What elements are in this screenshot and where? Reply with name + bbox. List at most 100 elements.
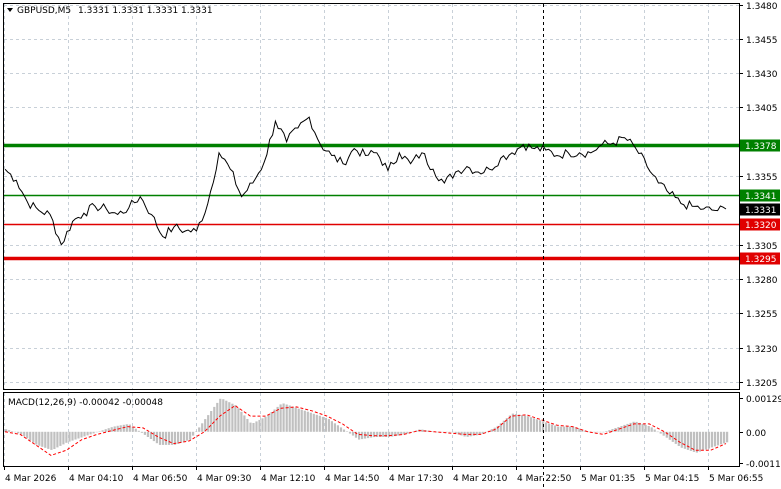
macd-histogram-bar (38, 431, 41, 446)
macd-histogram-bar (186, 431, 189, 441)
chart-canvas: 1.3480 1.3455 1.3430 1.3405 1.3355 1.3305 1.32… (0, 0, 781, 489)
macd-histogram-bar (300, 409, 303, 432)
macd-histogram-bar (294, 407, 297, 432)
macd-histogram-bar (189, 431, 192, 440)
macd-histogram-bar (557, 426, 560, 432)
macd-histogram-bar (285, 404, 288, 432)
macd-histogram-bar (210, 411, 213, 432)
macd-histogram-bar (656, 431, 659, 433)
chart-symbol-title: GBPUSD,M5 (17, 6, 71, 16)
macd-histogram-bar (713, 431, 717, 447)
macd-histogram-bar (14, 431, 17, 433)
macd-histogram-bar (137, 430, 140, 432)
macd-histogram-bar (192, 431, 195, 436)
chart-ohlc-values: 1.3331 1.3331 1.3331 1.3331 (78, 6, 213, 16)
macd-histogram-bar (578, 428, 581, 432)
y-tick-label: 1.3480 (746, 2, 778, 12)
x-tick-label: 4 Mar 2026 (5, 474, 57, 484)
x-tick-label: 5 Mar 01:35 (581, 474, 635, 484)
macd-histogram-bar (723, 431, 726, 444)
macd-histogram-bar (535, 419, 539, 432)
macd-histogram-bar (526, 416, 530, 432)
macd-histogram-bar (306, 411, 309, 432)
macd-histogram-bar (358, 431, 361, 440)
macd-histogram-bar (62, 431, 65, 445)
y-tick-label: 1.3255 (746, 310, 778, 320)
macd-histogram-bar (641, 423, 644, 432)
macd-histogram-bar (86, 431, 89, 436)
macd-histogram-bar (345, 431, 349, 432)
macd-histogram-bar (104, 429, 107, 432)
macd-histogram-bar (89, 431, 92, 435)
macd-histogram-bar (376, 431, 379, 437)
macd-histogram-bar (177, 431, 180, 444)
macd-histogram-bar (716, 431, 720, 446)
macd-histogram-bar (68, 431, 71, 442)
macd-histogram-bar (324, 417, 327, 432)
macd-histogram-bar (246, 419, 249, 432)
macd-histogram-bar (566, 426, 569, 432)
macd-histogram-bar (523, 415, 527, 432)
macd-histogram-bar (342, 429, 346, 432)
macd-histogram-bar (596, 431, 599, 433)
macd-histogram-bar (382, 431, 385, 437)
y-tick-label: 1.3280 (746, 276, 778, 286)
macd-histogram-bar (213, 406, 216, 432)
macd-histogram-bar (303, 410, 306, 432)
macd-histogram-bar (155, 431, 158, 444)
macd-histogram-bar (701, 431, 705, 451)
macd-histogram-bar (255, 421, 258, 432)
macd-histogram-bar (44, 431, 47, 448)
macd-histogram-bar (563, 426, 566, 432)
macd-y-tick-label: 0.00 (746, 429, 766, 439)
macd-histogram-bar (572, 426, 575, 432)
price-plot-area[interactable] (3, 3, 740, 390)
macd-histogram-bar (195, 431, 198, 432)
macd-histogram-bar (26, 431, 29, 439)
macd-histogram-bar (243, 415, 246, 432)
macd-histogram-bar (436, 431, 439, 433)
macd-histogram-bar (249, 422, 252, 432)
macd-histogram-bar (291, 406, 294, 432)
macd-histogram-bar (201, 423, 204, 432)
y-tick-label: 1.3355 (746, 173, 778, 183)
macd-histogram-bar (77, 431, 80, 439)
level-tag-label: 1.3320 (745, 221, 777, 231)
macd-histogram-bar (312, 413, 315, 432)
macd-histogram-bar (704, 431, 708, 450)
macd-histogram-bar (674, 431, 677, 444)
macd-histogram-bar (650, 427, 653, 432)
macd-histogram-bar (695, 431, 698, 453)
level-tag-label: 1.3378 (745, 142, 777, 152)
x-tick-label: 4 Mar 12:10 (261, 474, 316, 484)
macd-histogram-bar (551, 424, 554, 432)
macd-histogram-bar (59, 431, 62, 446)
macd-histogram-bar (125, 424, 128, 432)
macd-histogram-bar (270, 412, 273, 432)
macd-histogram-bar (659, 431, 662, 434)
y-tick-label: 1.3455 (746, 36, 778, 46)
x-tick-label: 4 Mar 09:30 (197, 474, 252, 484)
macd-histogram-bar (593, 431, 596, 433)
macd-histogram-bar (626, 423, 629, 432)
macd-histogram-bar (74, 431, 77, 440)
macd-histogram-bar (198, 427, 201, 432)
macd-histogram-bar (29, 431, 32, 441)
macd-histogram-bar (240, 411, 243, 432)
macd-histogram-bar (140, 431, 143, 433)
macd-histogram-bar (327, 419, 330, 432)
y-tick-label: 1.3205 (746, 379, 778, 389)
macd-histogram-bar (134, 428, 137, 432)
macd-histogram-bar (451, 431, 454, 433)
macd-histogram-bar (629, 422, 632, 432)
macd-histogram-bar (644, 424, 647, 432)
x-tick-label: 4 Mar 17:30 (389, 474, 444, 484)
macd-histogram-bar (41, 431, 44, 447)
macd-histogram-bar (539, 420, 542, 432)
macd-histogram-bar (726, 431, 729, 443)
macd-histogram-bar (602, 431, 605, 433)
macd-histogram-bar (35, 431, 38, 445)
macd-histogram-bar (267, 414, 270, 432)
y-tick-label: 1.3405 (746, 104, 778, 114)
macd-histogram-bar (514, 414, 517, 432)
